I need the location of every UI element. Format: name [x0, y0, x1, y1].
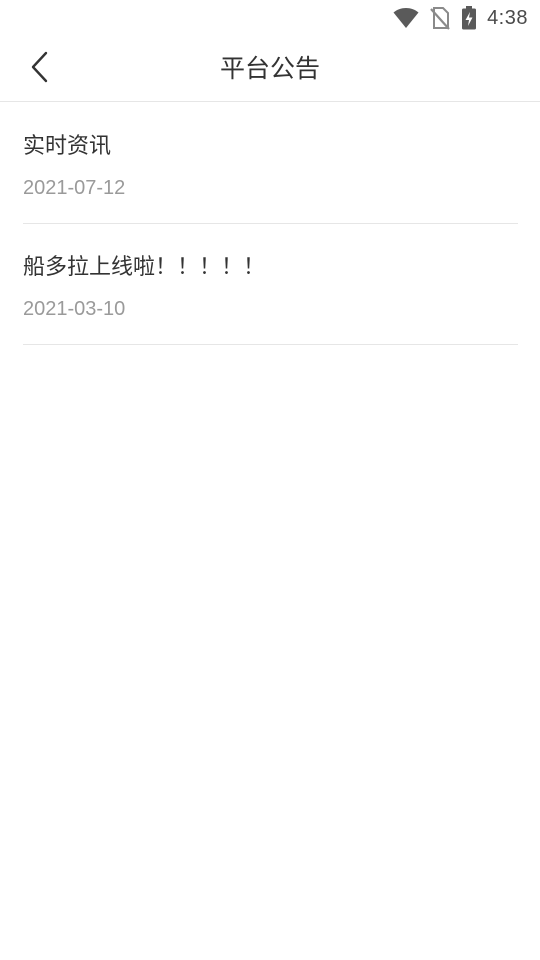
- notice-title: 船多拉上线啦！！！！！: [23, 255, 266, 280]
- status-icons: 4:38: [393, 4, 528, 32]
- list-item[interactable]: 船多拉上线啦！！！！！ 2021-03-10: [23, 224, 518, 345]
- notice-list: 实时资讯 2021-07-12 船多拉上线啦！！！！！ 2021-03-10: [23, 103, 518, 345]
- list-item[interactable]: 实时资讯 2021-07-12: [23, 103, 518, 224]
- no-sim-icon: [429, 6, 451, 30]
- status-bar: 4:38: [0, 0, 540, 36]
- notice-title: 实时资讯: [23, 134, 112, 159]
- battery-charging-icon: [461, 6, 477, 30]
- wifi-icon: [393, 7, 419, 29]
- status-time: 4:38: [487, 6, 528, 29]
- page-title: 平台公告: [219, 54, 320, 83]
- nav-bar: 平台公告: [0, 36, 540, 102]
- notice-date: 2021-07-12: [23, 177, 126, 199]
- notice-date: 2021-03-10: [23, 298, 126, 320]
